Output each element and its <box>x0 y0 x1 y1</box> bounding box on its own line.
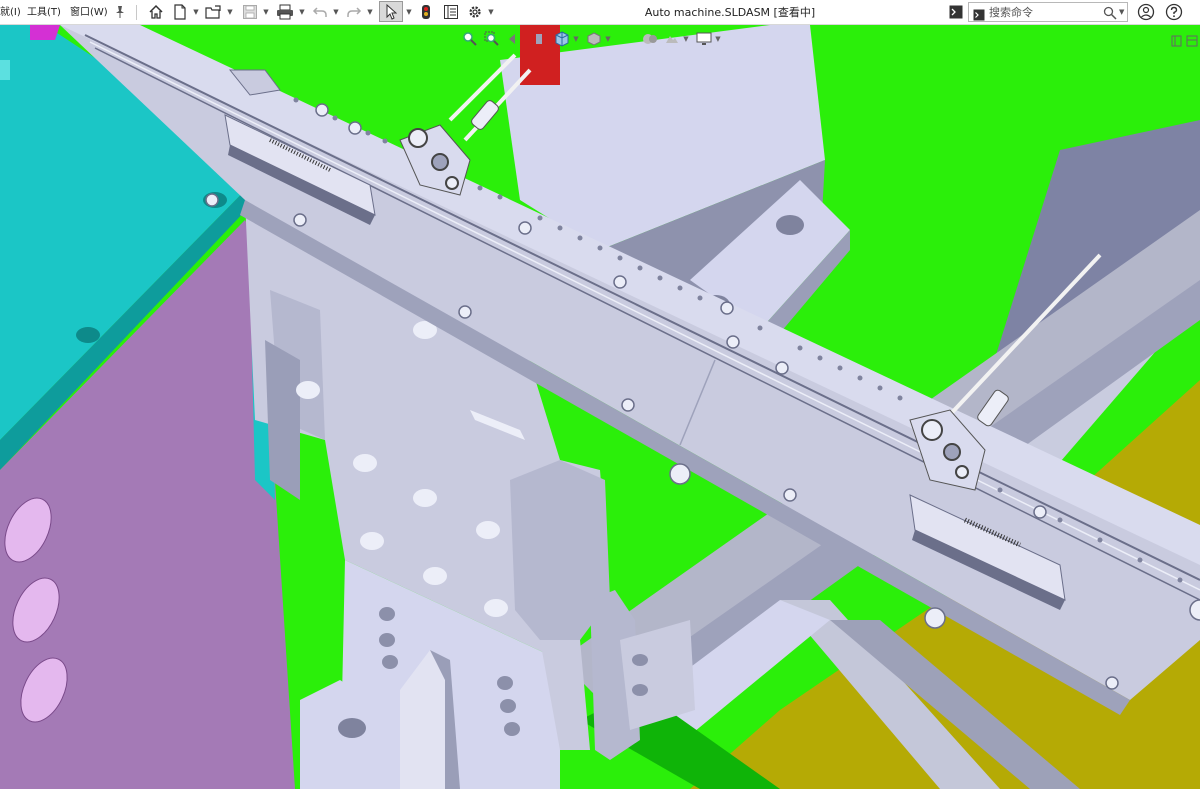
redo-icon[interactable] <box>344 2 364 22</box>
select-dropdown-caret[interactable]: ▼ <box>405 2 413 22</box>
toolbar-separator <box>136 5 137 20</box>
menu-insert[interactable]: 就(I) <box>0 0 21 25</box>
display-style-icon[interactable] <box>584 29 604 49</box>
print-dropdown-caret[interactable]: ▼ <box>298 2 306 22</box>
apply-scene-icon[interactable] <box>662 29 682 49</box>
edit-appearance-icon[interactable] <box>640 29 660 49</box>
command-search-box: ▼ <box>968 2 1128 22</box>
select-arrow-icon[interactable] <box>379 1 403 22</box>
menu-tools[interactable]: 工具(T) <box>27 0 61 25</box>
search-dropdown-caret[interactable]: ▼ <box>1119 3 1124 21</box>
new-document-icon[interactable] <box>171 2 189 22</box>
user-account-icon[interactable] <box>1136 2 1156 22</box>
view-settings-icon[interactable] <box>694 29 714 49</box>
assembly-model-render <box>0 25 1200 789</box>
plate-hole <box>504 722 520 736</box>
plate-hole <box>382 655 398 669</box>
section-view-icon[interactable] <box>526 29 546 49</box>
bolt-hole <box>76 327 100 343</box>
redo-dropdown-caret[interactable]: ▼ <box>366 2 374 22</box>
pivot-left-2 <box>431 153 449 171</box>
open-dropdown-caret[interactable]: ▼ <box>226 2 234 22</box>
home-icon[interactable] <box>146 2 166 22</box>
view-settings-caret[interactable]: ▼ <box>714 29 722 49</box>
pivot-right-3 <box>955 465 969 479</box>
print-icon[interactable] <box>274 2 296 22</box>
traffic-light-icon[interactable] <box>418 2 434 22</box>
undo-icon[interactable] <box>310 2 330 22</box>
pivot-left-3 <box>445 176 459 190</box>
bolt-hole <box>776 215 804 235</box>
plate-hole <box>353 454 377 472</box>
plate-hole <box>423 567 447 585</box>
zoom-to-fit-icon[interactable] <box>460 29 480 49</box>
plate-hole <box>379 607 395 621</box>
teal-highlight <box>0 60 10 80</box>
plate-hole <box>632 684 648 696</box>
plate-hole <box>632 654 648 666</box>
open-folder-icon[interactable] <box>204 2 224 22</box>
plate-hole <box>379 633 395 647</box>
plate-hole <box>360 532 384 550</box>
menu-window[interactable]: 窗口(W) <box>70 0 108 25</box>
undo-dropdown-caret[interactable]: ▼ <box>332 2 340 22</box>
display-style-caret[interactable]: ▼ <box>604 29 612 49</box>
pivot-right-2 <box>943 443 961 461</box>
document-title: Auto machine.SLDASM [查看中] <box>644 6 816 19</box>
plate-hole <box>497 676 513 690</box>
save-icon[interactable] <box>240 2 260 22</box>
plate-hole <box>296 381 320 399</box>
file-properties-icon[interactable] <box>441 2 461 22</box>
search-icon[interactable] <box>1103 5 1117 24</box>
search-input[interactable] <box>989 4 1099 20</box>
view-orientation-icon[interactable] <box>552 29 572 49</box>
command-prompt-icon <box>973 6 985 25</box>
command-prompt-icon[interactable] <box>948 2 964 22</box>
previous-view-icon[interactable] <box>504 29 524 49</box>
title-toolbar-bar: 就(I) 工具(T) 窗口(W) ▼ ▼ ▼ ▼ ▼ ▼ ▼ ▼ Auto ma… <box>0 0 1200 25</box>
bracket-slot <box>265 340 300 500</box>
magenta-part <box>30 25 60 40</box>
options-gear-icon[interactable] <box>465 2 485 22</box>
apply-scene-caret[interactable]: ▼ <box>682 29 690 49</box>
plate-hole <box>500 699 516 713</box>
plate-hole <box>413 489 437 507</box>
plate-hole <box>484 599 508 617</box>
new-dropdown-caret[interactable]: ▼ <box>192 2 200 22</box>
bolt-hole <box>338 718 366 738</box>
save-dropdown-caret[interactable]: ▼ <box>262 2 270 22</box>
split-view-icon[interactable] <box>1171 32 1199 51</box>
view-orientation-caret[interactable]: ▼ <box>572 29 580 49</box>
pivot-left <box>408 128 428 148</box>
pivot-right <box>921 419 943 441</box>
help-icon[interactable] <box>1164 2 1184 22</box>
pin-icon[interactable] <box>112 2 128 22</box>
zoom-to-area-icon[interactable] <box>482 29 502 49</box>
options-dropdown-caret[interactable]: ▼ <box>487 2 495 22</box>
graphics-viewport[interactable]: ▼ ▼ ▼ ▼ <box>0 25 1200 789</box>
plate-hole <box>476 521 500 539</box>
